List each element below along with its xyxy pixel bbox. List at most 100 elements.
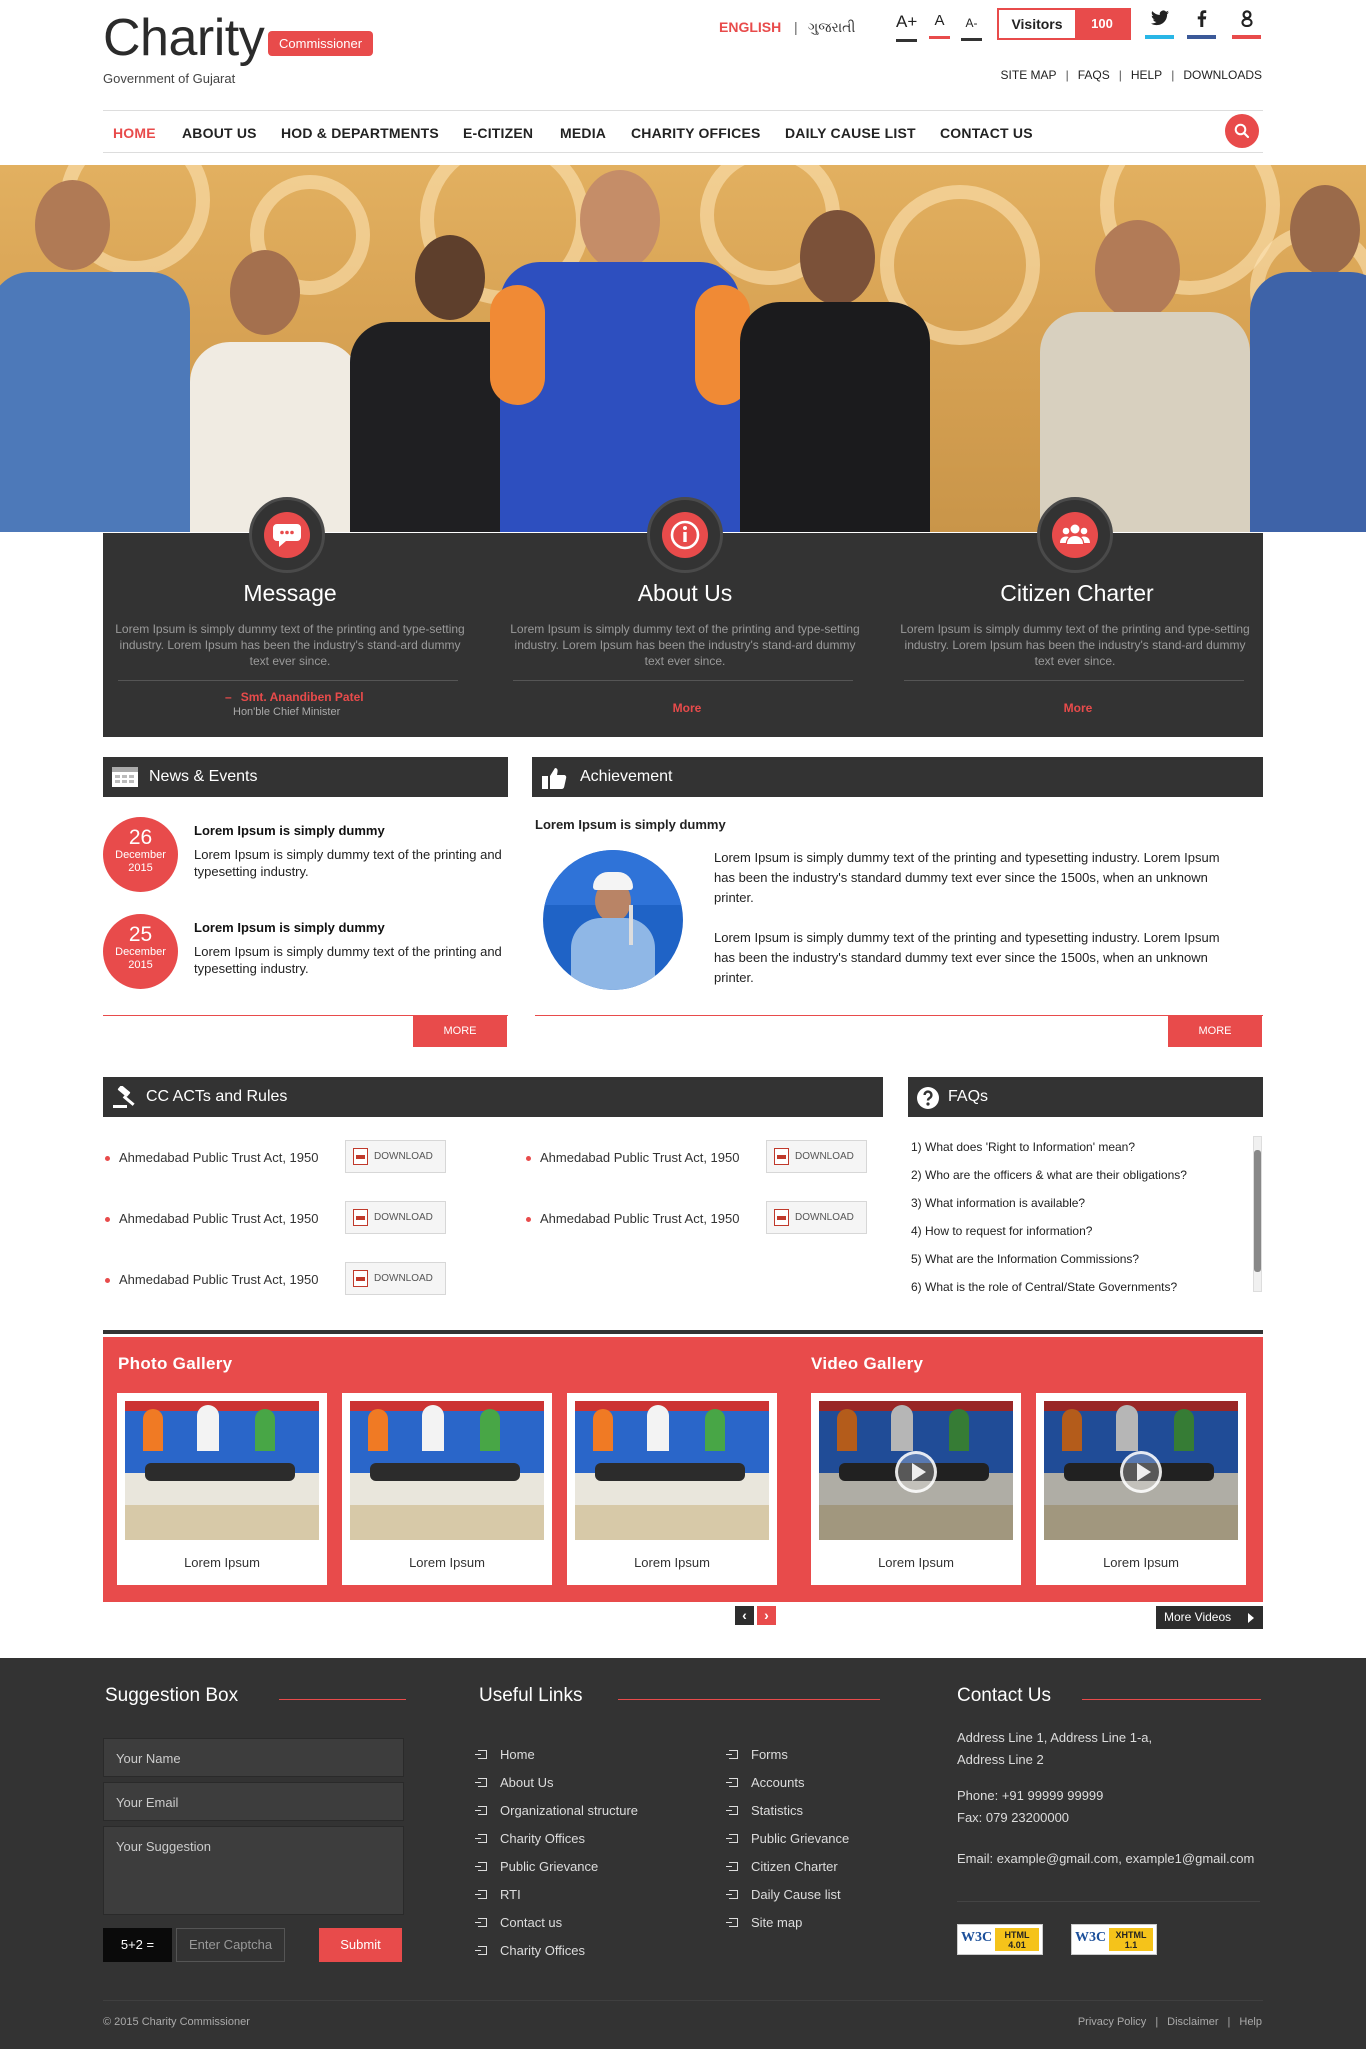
- footer-link-public-grievance[interactable]: Public Grievance: [475, 1859, 599, 1874]
- footer-link-label: Public Grievance: [500, 1859, 599, 1874]
- useful-links-title: Useful Links: [479, 1685, 583, 1706]
- site-logo-title[interactable]: Charity: [103, 8, 265, 68]
- footer-link-about-us[interactable]: About Us: [475, 1775, 553, 1790]
- download-button[interactable]: DOWNLOAD: [345, 1262, 446, 1295]
- photo-card[interactable]: Lorem Ipsum: [567, 1393, 777, 1585]
- sitemap-link[interactable]: SITE MAP: [1001, 68, 1057, 82]
- news-more-button[interactable]: MORE: [413, 1016, 507, 1047]
- news-item-title[interactable]: Lorem Ipsum is simply dummy: [194, 920, 385, 935]
- act-item[interactable]: Ahmedabad Public Trust Act, 1950: [105, 1150, 318, 1165]
- font-decrease-button[interactable]: A-: [961, 16, 982, 41]
- w3c-xhtml-version: XHTML 1.1: [1109, 1928, 1153, 1951]
- news-item-title[interactable]: Lorem Ipsum is simply dummy: [194, 823, 385, 838]
- sign-in-icon: [475, 1862, 487, 1871]
- footer-link-daily-cause-list[interactable]: Daily Cause list: [726, 1887, 841, 1902]
- act-item[interactable]: Ahmedabad Public Trust Act, 1950: [105, 1211, 318, 1226]
- suggestion-submit-button[interactable]: Submit: [319, 1928, 402, 1962]
- citizen-charter-more-link[interactable]: More: [898, 701, 1258, 715]
- faq-item[interactable]: 6) What is the role of Central/State Gov…: [911, 1280, 1177, 1294]
- photo-card[interactable]: Lorem Ipsum: [342, 1393, 552, 1585]
- play-icon[interactable]: [895, 1451, 937, 1493]
- suggestion-name-input[interactable]: Your Name: [103, 1738, 404, 1777]
- suggestion-email-input[interactable]: Your Email: [103, 1782, 404, 1821]
- nav-about-us[interactable]: ABOUT US: [182, 125, 257, 141]
- footer-link-charity-offices[interactable]: Charity Offices: [475, 1831, 585, 1846]
- photo-card[interactable]: Lorem Ipsum: [117, 1393, 327, 1585]
- video-card[interactable]: Lorem Ipsum: [811, 1393, 1021, 1585]
- act-item[interactable]: Ahmedabad Public Trust Act, 1950: [105, 1272, 318, 1287]
- nav-e-citizen[interactable]: E-CITIZEN: [463, 125, 533, 141]
- sign-in-icon: [475, 1806, 487, 1815]
- gallery-next-button[interactable]: ›: [757, 1606, 776, 1625]
- top-link-separator: |: [1065, 68, 1069, 82]
- contact-email[interactable]: Email: example@gmail.com, example1@gmail…: [957, 1848, 1254, 1870]
- suggestion-text-input[interactable]: Your Suggestion: [103, 1826, 404, 1915]
- footer-link-accounts[interactable]: Accounts: [726, 1775, 804, 1790]
- footer-link-home[interactable]: Home: [475, 1747, 535, 1762]
- language-gujarati-link[interactable]: ગુજરાતી: [808, 19, 855, 36]
- language-english-link[interactable]: ENGLISH: [719, 19, 781, 35]
- faq-item[interactable]: 4) How to request for information?: [911, 1224, 1092, 1238]
- download-button[interactable]: DOWNLOAD: [345, 1201, 446, 1234]
- font-normal-button[interactable]: A: [929, 12, 950, 39]
- faq-item[interactable]: 1) What does 'Right to Information' mean…: [911, 1140, 1135, 1154]
- achievement-header: Achievement: [532, 757, 1263, 797]
- download-button[interactable]: DOWNLOAD: [766, 1140, 867, 1173]
- disclaimer-link[interactable]: Disclaimer: [1167, 2016, 1218, 2028]
- faq-item[interactable]: 5) What are the Information Commissions?: [911, 1252, 1139, 1266]
- download-button[interactable]: DOWNLOAD: [345, 1140, 446, 1173]
- footer-link-label: Public Grievance: [751, 1831, 850, 1846]
- video-gallery-title: Video Gallery: [811, 1354, 924, 1373]
- faq-item[interactable]: 2) Who are the officers & what are their…: [911, 1168, 1187, 1182]
- news-date-day: 26: [128, 826, 153, 849]
- pdf-icon: [353, 1270, 368, 1287]
- footer-link-charity-offices[interactable]: Charity Offices: [475, 1943, 585, 1958]
- footer-link-forms[interactable]: Forms: [726, 1747, 788, 1762]
- nav-contact-us[interactable]: CONTACT US: [940, 125, 1033, 141]
- search-button[interactable]: [1225, 114, 1259, 148]
- nav-daily-cause-list[interactable]: DAILY CAUSE LIST: [785, 125, 916, 141]
- faqs-link[interactable]: FAQS: [1078, 68, 1110, 82]
- footer-link-org-structure[interactable]: Organizational structure: [475, 1803, 638, 1818]
- nav-media[interactable]: MEDIA: [560, 125, 606, 141]
- downloads-link[interactable]: DOWNLOADS: [1183, 68, 1262, 82]
- privacy-policy-link[interactable]: Privacy Policy: [1078, 2016, 1146, 2028]
- contact-us-title-rule: [1082, 1699, 1261, 1700]
- download-button[interactable]: DOWNLOAD: [766, 1201, 867, 1234]
- search-icon: [1234, 123, 1250, 139]
- footer-link-label: Statistics: [751, 1803, 804, 1818]
- more-videos-button[interactable]: More Videos: [1156, 1606, 1263, 1629]
- gallery-prev-button[interactable]: ‹: [735, 1606, 754, 1625]
- facebook-icon[interactable]: [1187, 6, 1216, 39]
- nav-home[interactable]: HOME: [113, 125, 156, 141]
- w3c-xhtml-badge[interactable]: W3C XHTML 1.1: [1071, 1924, 1157, 1955]
- nav-hod-departments[interactable]: HOD & DEPARTMENTS: [281, 125, 439, 141]
- help-footer-link[interactable]: Help: [1239, 2016, 1262, 2028]
- footer-link-rti[interactable]: RTI: [475, 1887, 521, 1902]
- video-card[interactable]: Lorem Ipsum: [1036, 1393, 1246, 1585]
- footer-link-public-grievance[interactable]: Public Grievance: [726, 1831, 850, 1846]
- w3c-html-badge[interactable]: W3C HTML 4.01: [957, 1924, 1043, 1955]
- footer-link-statistics[interactable]: Statistics: [726, 1803, 804, 1818]
- play-icon[interactable]: [1120, 1451, 1162, 1493]
- twitter-icon[interactable]: [1145, 6, 1174, 39]
- nav-charity-offices[interactable]: CHARITY OFFICES: [631, 125, 761, 141]
- act-item[interactable]: Ahmedabad Public Trust Act, 1950: [526, 1211, 739, 1226]
- achievement-more-button[interactable]: MORE: [1168, 1016, 1262, 1047]
- captcha-input[interactable]: Enter Captcha: [176, 1928, 285, 1962]
- message-author-name[interactable]: – Smt. Anandiben Patel: [225, 690, 364, 704]
- google-plus-icon[interactable]: [1232, 6, 1261, 39]
- help-link[interactable]: HELP: [1131, 68, 1162, 82]
- footer-link-citizen-charter[interactable]: Citizen Charter: [726, 1859, 838, 1874]
- faq-item[interactable]: 3) What information is available?: [911, 1196, 1085, 1210]
- calendar-grid-icon: [112, 767, 138, 787]
- act-item[interactable]: Ahmedabad Public Trust Act, 1950: [526, 1150, 739, 1165]
- footer-link-site-map[interactable]: Site map: [726, 1915, 802, 1930]
- pdf-icon: [774, 1148, 789, 1165]
- about-us-more-link[interactable]: More: [507, 701, 867, 715]
- footer-link-contact-us[interactable]: Contact us: [475, 1915, 562, 1930]
- font-increase-button[interactable]: A+: [896, 12, 917, 42]
- sign-in-icon: [475, 1946, 487, 1955]
- contact-address-line-1: Address Line 1, Address Line 1-a,: [957, 1730, 1153, 1745]
- faq-scrollbar-thumb[interactable]: [1254, 1150, 1261, 1272]
